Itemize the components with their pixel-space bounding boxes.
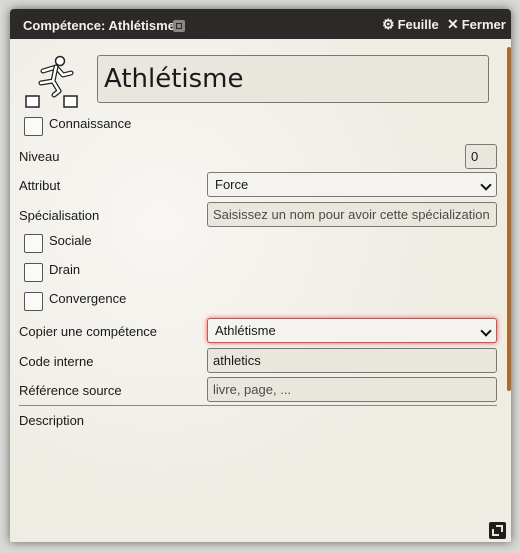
source-reference-label: Référence source — [19, 383, 122, 398]
window-titlebar[interactable]: Compétence: Athlétisme ⚙ Feuille ✕ Fermer — [10, 9, 511, 39]
social-label: Sociale — [49, 233, 92, 248]
chevron-down-icon — [480, 179, 492, 191]
skill-sheet-window: Compétence: Athlétisme ⚙ Feuille ✕ Fermer … — [10, 9, 511, 542]
sheet-button[interactable]: ⚙ Feuille — [382, 16, 439, 33]
copy-skill-select-value: Athlétisme — [215, 323, 276, 338]
close-button-label: Fermer — [461, 17, 506, 32]
drain-label: Drain — [49, 262, 81, 277]
close-button[interactable]: ✕ Fermer — [447, 16, 506, 33]
social-checkbox[interactable] — [24, 234, 43, 253]
chevron-down-icon — [480, 325, 492, 337]
copy-skill-select[interactable]: Athlétisme — [207, 318, 497, 343]
sheet-button-label: Feuille — [397, 17, 439, 32]
convergence-checkbox[interactable] — [24, 292, 43, 311]
source-reference-input[interactable]: livre, page, ... — [207, 377, 497, 402]
level-label: Niveau — [19, 149, 60, 164]
convergence-label: Convergence — [49, 291, 127, 306]
window-title: Compétence: Athlétisme — [23, 18, 175, 33]
section-divider — [19, 405, 497, 406]
internal-code-input[interactable]: athletics — [207, 348, 497, 373]
knowledge-checkbox[interactable] — [24, 117, 43, 136]
document-id-icon[interactable] — [173, 20, 185, 32]
level-input[interactable]: 0 — [465, 144, 497, 169]
specialization-input[interactable]: Saisissez un nom pour avoir cette spécia… — [207, 202, 497, 227]
drain-checkbox[interactable] — [24, 263, 43, 282]
internal-code-label: Code interne — [19, 354, 94, 369]
athlete-icon[interactable] — [23, 53, 79, 109]
attribute-label: Attribut — [19, 178, 61, 193]
resize-icon[interactable] — [489, 522, 506, 539]
gear-icon: ⚙ — [382, 16, 395, 32]
attribute-select-value: Force — [215, 177, 249, 192]
scrollbar[interactable] — [507, 47, 511, 391]
description-label: Description — [19, 413, 85, 428]
knowledge-label: Connaissance — [49, 116, 132, 131]
specialization-label: Spécialisation — [19, 208, 100, 223]
skill-name-input[interactable]: Athlétisme — [97, 55, 489, 103]
copy-skill-label: Copier une compétence — [19, 324, 158, 339]
attribute-select[interactable]: Force — [207, 172, 497, 197]
close-icon: ✕ — [447, 16, 459, 32]
